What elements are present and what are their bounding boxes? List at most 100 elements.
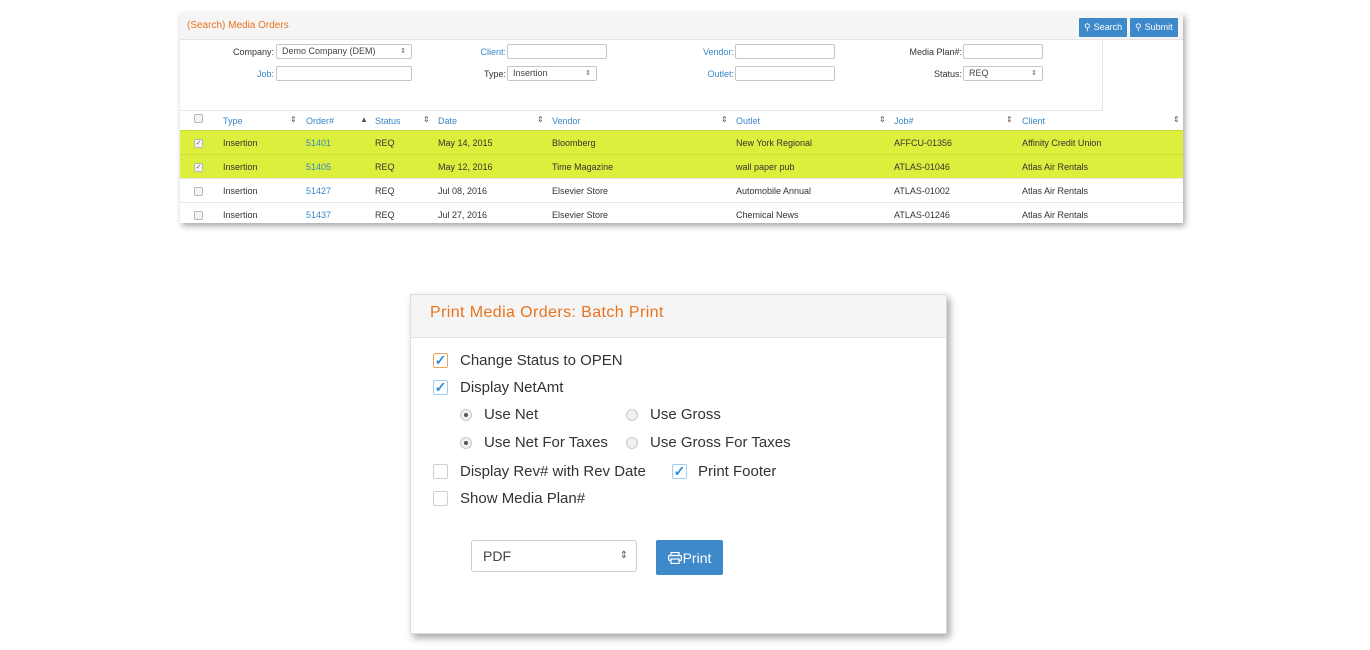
company-label: Company: [232, 47, 274, 57]
column-header-vendor[interactable]: Vendor [552, 116, 581, 126]
search-button-label: Search [1093, 22, 1123, 32]
cell-date: May 12, 2016 [438, 162, 493, 172]
sort-ascending-icon[interactable]: ▲ [360, 115, 368, 124]
column-header-status[interactable]: Status [375, 116, 401, 126]
batch-print-dialog: Print Media Orders: Batch Print ✓ Change… [410, 294, 947, 634]
table-row[interactable]: ✓ Insertion 51401 REQ May 14, 2015 Bloom… [180, 130, 1183, 155]
select-arrows-icon: ⇕ [1031, 70, 1037, 77]
cell-type: Insertion [223, 186, 258, 196]
client-label[interactable]: Client: [470, 47, 506, 57]
cell-outlet: Automobile Annual [736, 186, 812, 196]
use-net-label: Use Net [484, 406, 539, 423]
column-header-type[interactable]: Type [223, 116, 243, 126]
print-format-select[interactable]: PDF ⇕ [471, 540, 637, 572]
type-select-value: Insertion [513, 68, 548, 78]
type-label: Type: [483, 69, 506, 79]
search-panel-header: (Search) Media Orders ⚲ Search ⚲ Submit [180, 13, 1183, 40]
cell-job: ATLAS-01002 [894, 186, 950, 196]
cell-client: Atlas Air Rentals [1022, 210, 1089, 220]
cell-outlet: wall paper pub [736, 162, 795, 172]
vendor-input[interactable] [735, 44, 835, 59]
cell-client: Atlas Air Rentals [1022, 186, 1089, 196]
cell-vendor: Time Magazine [552, 162, 614, 172]
company-select-value: Demo Company (DEM) [282, 46, 376, 56]
cell-date: May 14, 2015 [438, 138, 493, 148]
cell-vendor: Elsevier Store [552, 210, 609, 220]
outlet-input[interactable] [735, 66, 835, 81]
company-select[interactable]: Demo Company (DEM) ⇕ [276, 44, 412, 59]
cell-vendor: Bloomberg [552, 138, 596, 148]
row-checkbox[interactable]: ✓ [194, 139, 203, 148]
display-rev-label: Display Rev# with Rev Date [460, 463, 646, 480]
sort-icon[interactable]: ⇕ [721, 115, 728, 124]
print-footer-checkbox[interactable]: ✓ [672, 464, 687, 479]
cell-order-link[interactable]: 51427 [306, 186, 331, 196]
show-media-plan-checkbox[interactable] [433, 491, 448, 506]
search-media-orders-panel: (Search) Media Orders ⚲ Search ⚲ Submit Co… [180, 13, 1183, 223]
table-row[interactable]: Insertion 51427 REQ Jul 08, 2016 Elsevie… [180, 178, 1183, 203]
media-plan-input[interactable] [963, 44, 1043, 59]
select-arrows-icon: ⇕ [585, 70, 591, 77]
cell-job: ATLAS-01046 [894, 162, 950, 172]
row-checkbox[interactable] [194, 187, 203, 196]
print-button[interactable]: Print [656, 540, 723, 575]
job-label[interactable]: Job: [240, 69, 274, 79]
submit-button[interactable]: ⚲ Submit [1130, 18, 1178, 37]
column-header-order[interactable]: Order# [306, 116, 334, 126]
column-header-job[interactable]: Job# [894, 116, 914, 126]
cell-client: Affinity Credit Union [1022, 138, 1102, 148]
cell-status: REQ [375, 210, 395, 220]
cell-status: REQ [375, 162, 395, 172]
table-row[interactable]: ✓ Insertion 51405 REQ May 12, 2016 Time … [180, 154, 1183, 179]
cell-outlet: New York Regional [736, 138, 813, 148]
sort-icon[interactable]: ⇕ [1173, 115, 1180, 124]
select-arrows-icon: ⇕ [400, 48, 406, 55]
cell-job: AFFCU-01356 [894, 138, 953, 148]
use-net-for-taxes-radio[interactable] [460, 437, 472, 449]
cell-client: Atlas Air Rentals [1022, 162, 1089, 172]
cell-status: REQ [375, 138, 395, 148]
outlet-label[interactable]: Outlet: [690, 69, 734, 79]
batch-print-header: Print Media Orders: Batch Print [411, 295, 946, 338]
use-gross-radio[interactable] [626, 409, 638, 421]
table-row[interactable]: Insertion 51437 REQ Jul 27, 2016 Elsevie… [180, 202, 1183, 223]
status-select-value: REQ [969, 68, 989, 78]
change-status-label: Change Status to OPEN [460, 352, 623, 369]
status-select[interactable]: REQ ⇕ [963, 66, 1043, 81]
use-net-radio[interactable] [460, 409, 472, 421]
cell-job: ATLAS-01246 [894, 210, 950, 220]
status-label: Status: [933, 69, 962, 79]
display-netamt-checkbox[interactable]: ✓ [433, 380, 448, 395]
display-rev-checkbox[interactable] [433, 464, 448, 479]
job-input[interactable] [276, 66, 412, 81]
use-gross-for-taxes-radio[interactable] [626, 437, 638, 449]
vendor-label[interactable]: Vendor: [690, 47, 734, 57]
sort-icon[interactable]: ⇕ [290, 115, 297, 124]
search-button[interactable]: ⚲ Search [1079, 18, 1128, 37]
cell-order-link[interactable]: 51437 [306, 210, 331, 220]
cell-date: Jul 27, 2016 [438, 210, 488, 220]
column-header-client[interactable]: Client [1022, 116, 1045, 126]
change-status-checkbox[interactable]: ✓ [433, 353, 448, 368]
print-format-value: PDF [483, 548, 511, 564]
column-header-date[interactable]: Date [438, 116, 457, 126]
printer-icon [667, 551, 682, 565]
select-arrows-icon: ⇕ [619, 550, 628, 561]
row-checkbox[interactable] [194, 211, 203, 220]
sort-icon[interactable]: ⇕ [879, 115, 886, 124]
cell-order-link[interactable]: 51401 [306, 138, 331, 148]
client-input[interactable] [507, 44, 607, 59]
sort-icon[interactable]: ⇕ [423, 115, 430, 124]
orders-table-header: Type ⇕ Order# ▲ Status ⇕ Date ⇕ Vendor ⇕… [180, 109, 1183, 130]
select-all-checkbox[interactable] [194, 114, 203, 123]
type-select[interactable]: Insertion ⇕ [507, 66, 597, 81]
media-plan-label: Media Plan#: [909, 47, 962, 57]
sort-icon[interactable]: ⇕ [1006, 115, 1013, 124]
column-header-outlet[interactable]: Outlet [736, 116, 760, 126]
display-netamt-label: Display NetAmt [460, 379, 564, 396]
sort-icon[interactable]: ⇕ [537, 115, 544, 124]
use-net-for-taxes-label: Use Net For Taxes [484, 434, 608, 451]
row-checkbox[interactable]: ✓ [194, 163, 203, 172]
cell-order-link[interactable]: 51405 [306, 162, 331, 172]
show-media-plan-label: Show Media Plan# [460, 490, 586, 507]
